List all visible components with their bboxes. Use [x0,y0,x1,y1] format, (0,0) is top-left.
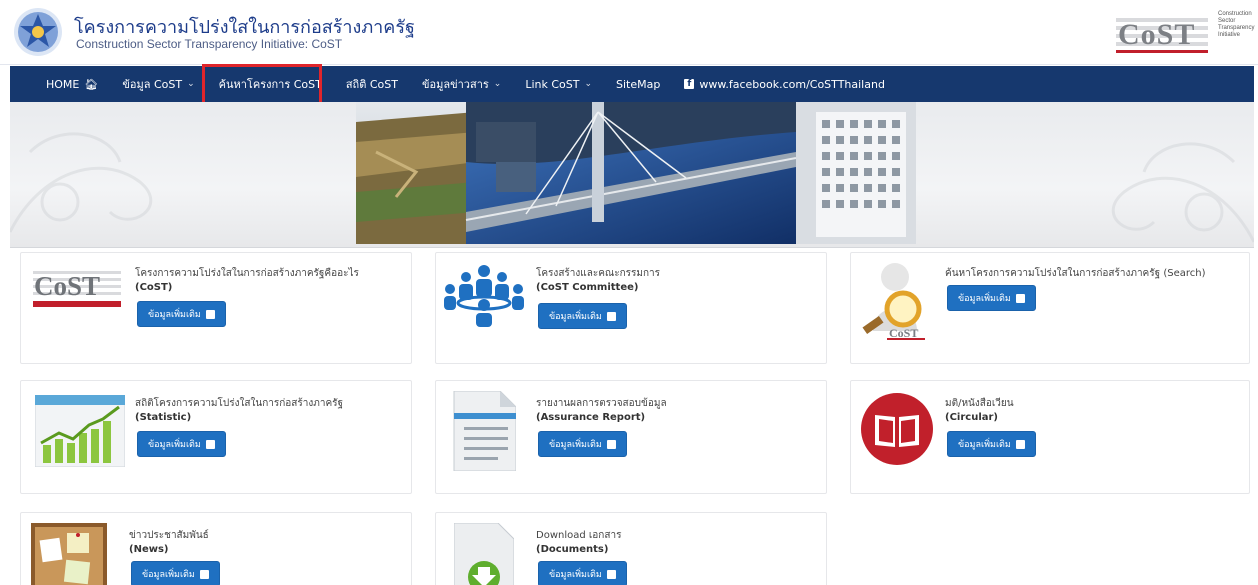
card-circular: มติ/หนังสือเวียน (Circular) ข้อมูลเพิ่มเ… [850,380,1250,494]
info-icon [606,311,616,321]
more-info-button[interactable]: ข้อมูลเพิ่มเติม [137,431,226,457]
card-title: สถิติโครงการความโปร่งใสในการก่อสร้างภาคร… [135,398,344,423]
more-info-button[interactable]: ข้อมูลเพิ่มเติม [137,301,226,327]
site-subtitle: Construction Sector Transparency Initiat… [76,37,343,51]
report-document-icon [453,391,516,471]
svg-text:CoST: CoST [1118,18,1195,51]
committee-people-icon [444,265,524,327]
nav-link-cost[interactable]: Link CoST ⌄ [525,78,592,91]
card-cost-committee: โครงสร้างและคณะกรรมการ (CoST Committee) … [435,252,827,364]
card-title: โครงสร้างและคณะกรรมการ (CoST Committee) [536,268,660,293]
statistic-chart-icon [35,395,125,467]
card-title: Download เอกสาร (Documents) [536,530,622,555]
info-icon [1015,293,1025,303]
corkboard-news-icon [31,523,107,585]
download-document-icon [454,523,514,585]
magnifier-person-icon: CoST [862,263,925,340]
hero-banner [10,102,1254,248]
more-info-button[interactable]: ข้อมูลเพิ่มเติม [538,431,627,457]
info-icon [205,439,215,449]
card-title: ข่าวประชาสัมพันธ์ (News) [129,530,209,555]
nav-facebook[interactable]: f www.facebook.com/CoSTThailand [684,78,885,91]
nav-news-info[interactable]: ข้อมูลข่าวสาร ⌄ [422,75,501,93]
card-assurance-report: รายงานผลการตรวจสอบข้อมูล (Assurance Repo… [435,380,827,494]
nav-home[interactable]: HOME 🏠︎ [46,78,98,91]
chevron-down-icon: ⌄ [187,79,195,89]
more-info-button[interactable]: ข้อมูลเพิ่มเติม [947,285,1036,311]
info-icon [199,569,209,579]
more-info-button[interactable]: ข้อมูลเพิ่มเติม [947,431,1036,457]
home-icon: 🏠︎ [84,77,99,91]
nav-cost-info[interactable]: ข้อมูล CoST ⌄ [122,75,194,93]
nav-sitemap[interactable]: SiteMap [616,78,660,91]
government-seal-icon[interactable] [12,6,64,58]
decorative-swirl-icon [1111,142,1254,243]
book-circle-icon [861,393,933,465]
cost-logo-caption: Construction Sector Transparency Initiat… [1218,11,1255,38]
facebook-icon: f [684,79,695,89]
card-news: ข่าวประชาสัมพันธ์ (News) ข้อมูลเพิ่มเติม [20,512,412,585]
nav-statistics[interactable]: สถิติ CoST [346,75,398,93]
card-title: ค้นหาโครงการความโปร่งใสในการก่อสร้างภาคร… [945,268,1206,279]
info-icon [606,439,616,449]
card-title: โครงการความโปร่งใสในการก่อสร้างภาครัฐคือ… [135,268,359,293]
card-statistic: สถิติโครงการความโปร่งใสในการก่อสร้างภาคร… [20,380,412,494]
more-info-button[interactable]: ข้อมูลเพิ่มเติม [131,561,220,585]
info-icon [205,309,215,319]
info-icon [1015,439,1025,449]
card-title: รายงานผลการตรวจสอบข้อมูล (Assurance Repo… [536,398,667,423]
more-info-button[interactable]: ข้อมูลเพิ่มเติม [538,561,627,585]
svg-text:CoST: CoST [889,326,918,340]
card-what-is-cost: CoST โครงการความโปร่งใสในการก่อสร้างภาคร… [20,252,412,364]
site-header: โครงการความโปร่งใสในการก่อสร้างภาครัฐ Co… [0,0,1258,65]
card-documents: Download เอกสาร (Documents) ข้อมูลเพิ่มเ… [435,512,827,585]
cost-thailand-logo-icon: CoST [33,271,121,307]
main-nav: HOME 🏠︎ ข้อมูล CoST ⌄ ค้นหาโครงการ CoST … [10,66,1254,102]
highlight-annotation-box [202,64,322,106]
decorative-swirl-icon [10,132,153,233]
info-icon [606,569,616,579]
card-search-projects: CoST ค้นหาโครงการความโปร่งใสในการก่อสร้า… [850,252,1250,364]
banner-image [356,102,916,244]
chevron-down-icon: ⌄ [493,79,502,89]
card-title: มติ/หนังสือเวียน (Circular) [945,398,1014,423]
svg-text:CoST: CoST [34,271,100,301]
chevron-down-icon: ⌄ [584,79,593,89]
more-info-button[interactable]: ข้อมูลเพิ่มเติม [538,303,627,329]
